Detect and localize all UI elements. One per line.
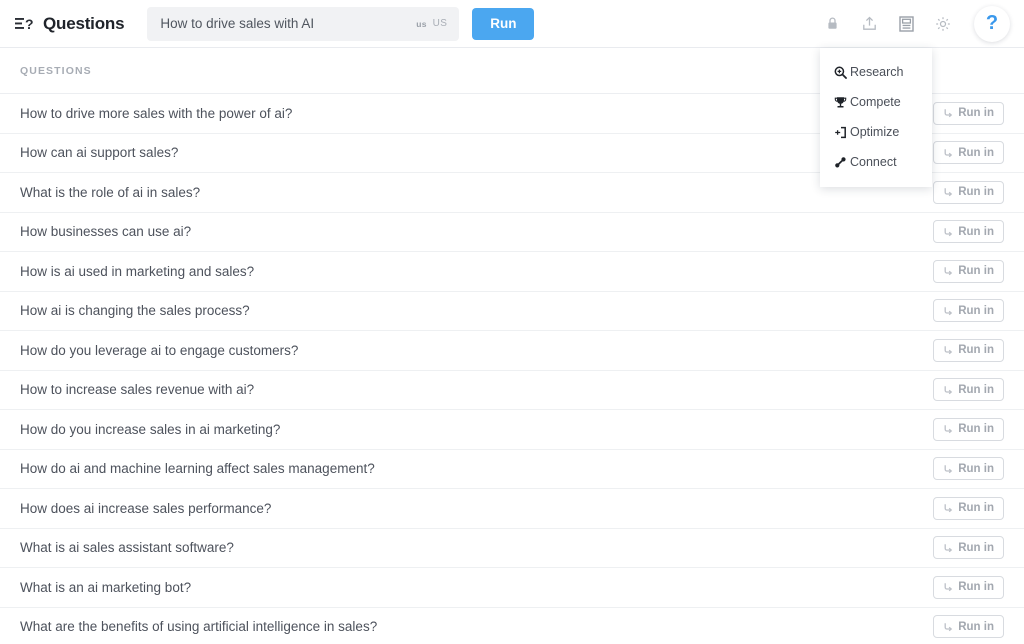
run-in-button[interactable]: Run in bbox=[933, 220, 1004, 244]
run-in-arrow-icon bbox=[943, 543, 953, 553]
question-text: How can ai support sales? bbox=[20, 145, 179, 161]
run-in-button[interactable]: Run in bbox=[933, 496, 1004, 520]
run-in-button[interactable]: Run in bbox=[933, 378, 1004, 402]
table-row: What are the benefits of using artificia… bbox=[0, 608, 1024, 644]
menu-item-optimize[interactable]: Optimize bbox=[820, 117, 932, 147]
menu-item-label: Compete bbox=[850, 95, 901, 109]
locale-language-code: us bbox=[416, 18, 427, 29]
run-in-button[interactable]: Run in bbox=[933, 417, 1004, 441]
question-text: What is an ai marketing bot? bbox=[20, 579, 192, 595]
menu-item-label: Connect bbox=[850, 155, 897, 169]
question-text: How is ai used in marketing and sales? bbox=[20, 263, 255, 279]
table-row: How ai is changing the sales process? Run… bbox=[0, 292, 1024, 331]
run-in-label: Run in bbox=[958, 620, 994, 633]
search-field-wrapper[interactable]: us US bbox=[147, 6, 460, 41]
question-text: How do ai and machine learning affect sa… bbox=[20, 461, 375, 477]
run-in-button[interactable]: Run in bbox=[933, 338, 1004, 362]
tools-dropdown-menu: Research Compete Optimize Connect bbox=[820, 48, 932, 187]
run-in-arrow-icon bbox=[943, 464, 953, 474]
run-in-button[interactable]: Run in bbox=[933, 299, 1004, 323]
run-in-label: Run in bbox=[958, 502, 994, 515]
table-row: What is an ai marketing bot? Run in bbox=[0, 568, 1024, 608]
magnifier-plus-icon bbox=[833, 65, 848, 80]
question-text: How do you leverage ai to engage custome… bbox=[20, 342, 299, 358]
trophy-icon bbox=[833, 95, 848, 110]
table-row: How do ai and machine learning affect sa… bbox=[0, 450, 1024, 489]
menu-item-research[interactable]: Research bbox=[820, 57, 932, 87]
question-text: How does ai increase sales performance? bbox=[20, 500, 272, 516]
page-title: Questions bbox=[43, 13, 125, 33]
question-text: How to drive more sales with the power o… bbox=[20, 105, 293, 121]
run-in-button[interactable]: Run in bbox=[933, 101, 1004, 125]
search-input[interactable] bbox=[160, 6, 417, 41]
menu-item-compete[interactable]: Compete bbox=[820, 87, 932, 117]
run-in-label: Run in bbox=[958, 423, 994, 436]
run-in-arrow-icon bbox=[943, 503, 953, 513]
optimize-box-icon bbox=[833, 125, 848, 140]
run-in-label: Run in bbox=[958, 146, 994, 159]
run-in-arrow-icon bbox=[943, 108, 953, 118]
table-row: How do you leverage ai to engage custome… bbox=[0, 331, 1024, 371]
run-button[interactable]: Run bbox=[472, 7, 535, 40]
run-in-arrow-icon bbox=[943, 306, 953, 316]
run-in-arrow-icon bbox=[943, 148, 953, 158]
question-text: What is the role of ai in sales? bbox=[20, 184, 201, 200]
app-window: ? Questions us US Run bbox=[0, 0, 1024, 644]
table-row: How is ai used in marketing and sales? Ru… bbox=[0, 252, 1024, 292]
table-row: How does ai increase sales performance? R… bbox=[0, 489, 1024, 529]
question-text: How to increase sales revenue with ai? bbox=[20, 382, 255, 398]
run-in-arrow-icon bbox=[943, 582, 953, 592]
table-row: How to increase sales revenue with ai? Ru… bbox=[0, 371, 1024, 410]
top-icon-group: ? bbox=[822, 5, 1010, 42]
run-in-label: Run in bbox=[958, 225, 994, 238]
menu-item-label: Optimize bbox=[850, 125, 900, 139]
run-in-label: Run in bbox=[958, 304, 994, 317]
run-in-button[interactable]: Run in bbox=[933, 259, 1004, 283]
run-in-label: Run in bbox=[958, 265, 994, 278]
lock-icon[interactable] bbox=[822, 14, 842, 34]
menu-item-label: Research bbox=[850, 65, 904, 79]
run-in-label: Run in bbox=[958, 462, 994, 475]
table-row: How businesses can use ai? Run in bbox=[0, 213, 1024, 252]
run-in-label: Run in bbox=[958, 107, 994, 120]
question-text: How businesses can use ai? bbox=[20, 224, 192, 240]
column-header-questions: QUESTIONS bbox=[20, 64, 92, 77]
run-in-label: Run in bbox=[958, 383, 994, 396]
run-in-arrow-icon bbox=[943, 266, 953, 276]
settings-gear-icon[interactable] bbox=[933, 14, 953, 34]
table-row: What is ai sales assistant software? Run … bbox=[0, 529, 1024, 568]
run-in-button[interactable]: Run in bbox=[933, 457, 1004, 481]
help-button[interactable]: ? bbox=[974, 5, 1010, 42]
run-in-button[interactable]: Run in bbox=[933, 180, 1004, 204]
top-bar: ? Questions us US Run bbox=[0, 0, 1024, 48]
export-icon[interactable] bbox=[859, 14, 879, 34]
question-text: How do you increase sales in ai marketin… bbox=[20, 421, 281, 437]
notes-icon[interactable] bbox=[896, 14, 916, 34]
link-chain-icon bbox=[833, 155, 848, 170]
brand: ? Questions bbox=[14, 13, 125, 34]
table-row: How do you increase sales in ai marketin… bbox=[0, 410, 1024, 450]
run-in-button[interactable]: Run in bbox=[933, 536, 1004, 560]
run-in-button[interactable]: Run in bbox=[933, 615, 1004, 639]
run-in-label: Run in bbox=[958, 541, 994, 554]
run-in-arrow-icon bbox=[943, 424, 953, 434]
question-text: What is ai sales assistant software? bbox=[20, 540, 234, 556]
question-text: How ai is changing the sales process? bbox=[20, 303, 250, 319]
run-in-label: Run in bbox=[958, 581, 994, 594]
run-in-label: Run in bbox=[958, 344, 994, 357]
svg-text:?: ? bbox=[25, 16, 33, 32]
run-in-arrow-icon bbox=[943, 187, 953, 197]
run-in-button[interactable]: Run in bbox=[933, 141, 1004, 165]
run-in-arrow-icon bbox=[943, 227, 953, 237]
run-in-arrow-icon bbox=[943, 622, 953, 632]
run-in-arrow-icon bbox=[943, 385, 953, 395]
run-in-label: Run in bbox=[958, 186, 994, 199]
run-in-arrow-icon bbox=[943, 345, 953, 355]
run-in-button[interactable]: Run in bbox=[933, 575, 1004, 599]
questions-list-icon: ? bbox=[14, 14, 34, 34]
question-text: What are the benefits of using artificia… bbox=[20, 619, 378, 635]
locale-indicator[interactable]: us US bbox=[416, 18, 449, 29]
locale-country-code: US bbox=[432, 18, 448, 29]
menu-item-connect[interactable]: Connect bbox=[820, 147, 932, 177]
